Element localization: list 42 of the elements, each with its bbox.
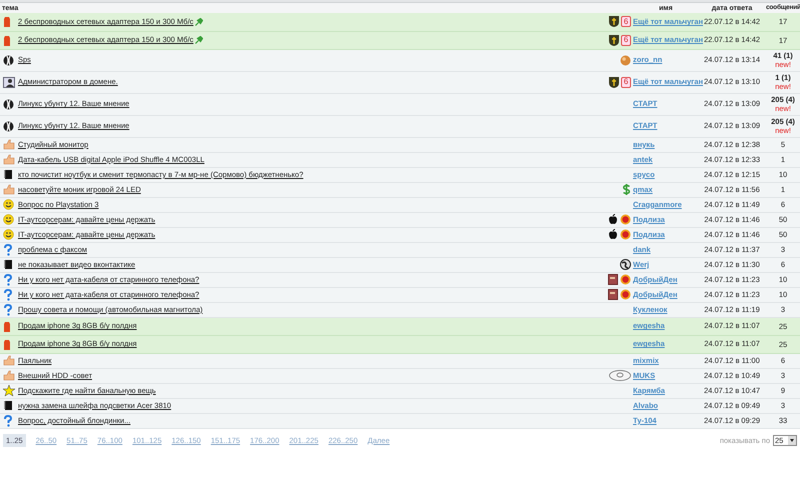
number-badge: 6 [621, 34, 631, 46]
book-icon [608, 274, 618, 285]
notebook-icon [3, 259, 13, 270]
shield-icon [609, 34, 619, 46]
number-badge: 6 [621, 16, 631, 28]
seal-icon [620, 214, 631, 225]
bag-icon [3, 34, 11, 46]
shield-icon [609, 76, 619, 88]
bag-icon [3, 320, 11, 332]
question-icon [3, 304, 13, 316]
book-icon [608, 289, 618, 300]
question-icon [3, 244, 13, 256]
smiley-icon [3, 229, 14, 240]
ball-icon [3, 54, 14, 66]
question-icon [3, 288, 13, 300]
notebook-icon [3, 400, 13, 411]
ball-icon [3, 120, 14, 132]
shield-icon [609, 16, 619, 28]
ball-icon [3, 98, 14, 110]
thumb-icon [3, 355, 15, 366]
question-icon [3, 414, 13, 426]
dropdown-arrow-icon [788, 436, 796, 445]
seal-icon [620, 289, 631, 300]
person-icon [3, 76, 15, 88]
star-icon [3, 384, 15, 396]
orb-icon [620, 54, 631, 66]
apple-icon [608, 214, 618, 225]
seal-icon [620, 229, 631, 240]
number-badge: 6 [621, 76, 631, 88]
smiley-icon [3, 214, 14, 225]
thumb-icon [3, 139, 15, 150]
thumb-icon [3, 184, 15, 195]
bag-icon [3, 338, 11, 350]
thumb-icon [3, 370, 15, 381]
notebook-icon [3, 169, 13, 180]
bag-icon [3, 16, 11, 28]
thumb-icon [3, 154, 15, 165]
question-icon [3, 274, 13, 286]
smiley-icon [3, 199, 14, 210]
seal-icon [620, 274, 631, 285]
dollar-icon [622, 184, 631, 195]
apple-icon [608, 229, 618, 240]
